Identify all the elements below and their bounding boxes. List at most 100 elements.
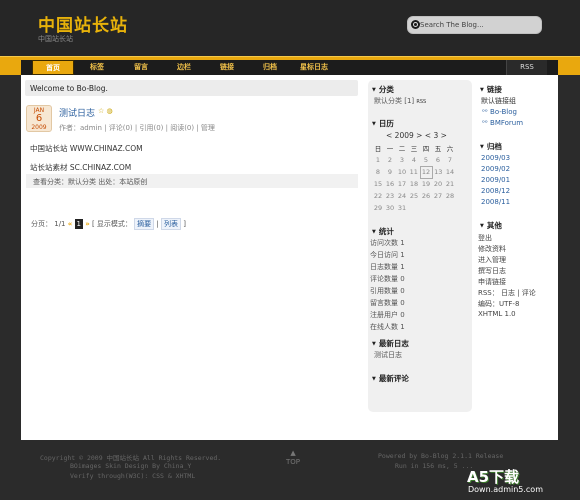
stats-row: 今日访问 1 [370, 251, 405, 259]
mode-list-button[interactable]: 列表 [161, 218, 181, 230]
pager-current: 1 [74, 219, 83, 229]
calendar-day: 1 [375, 156, 381, 164]
archive-link[interactable]: 2009/03 [481, 154, 510, 162]
calendar-day: 2 [387, 156, 393, 164]
calendar-day: 16 [385, 180, 395, 188]
calendar-day: 4 [411, 156, 417, 164]
post-meta[interactable]: 作者：admin | 评论(0) | 引用(0) | 阅读(0) | 管理 [59, 123, 215, 133]
calendar-day: 26 [421, 192, 431, 200]
pager-label: 分页： [31, 220, 52, 228]
archive-link[interactable]: 2009/02 [481, 165, 510, 173]
post-footer: 查看分类：默认分类 出处：本站原创 [26, 174, 358, 188]
write-post-link[interactable]: 撰写日志 [478, 266, 506, 276]
verify-text[interactable]: Verify through(W3C): CSS & XHTML [70, 472, 195, 480]
calendar-day: 14 [445, 168, 455, 176]
search-icon[interactable] [411, 20, 420, 29]
mode-summary-button[interactable]: 摘要 [134, 218, 155, 230]
post-date-day: 6 [35, 113, 43, 124]
nav-item-tags[interactable]: 标签 [76, 60, 118, 75]
calendar-day: 23 [385, 192, 395, 200]
rss-icon[interactable]: RSS [416, 99, 426, 105]
category-title[interactable]: 分类 [372, 84, 394, 95]
calendar-weekday: 四 [422, 145, 430, 153]
watermark-logo: A5下载 Down.admin5.com [466, 466, 578, 498]
mode-close: ] [183, 220, 186, 228]
site-subtitle: 中国站长站 [38, 35, 73, 43]
calendar-day-today: 12 [419, 165, 433, 179]
latest-comments-title[interactable]: 最新评论 [372, 373, 409, 384]
calendar-weekday: 五 [434, 145, 442, 153]
calendar-day: 21 [445, 180, 455, 188]
nav-item-starred[interactable]: 星标日志 [292, 60, 336, 75]
post-status-icons: ☆ ◍ [98, 107, 113, 115]
logout-link[interactable]: 登出 [478, 233, 492, 243]
link-item[interactable]: ᵒᵒ Bo-Blog [482, 108, 517, 116]
calendar-day: 3 [399, 156, 405, 164]
powered-by[interactable]: Powered by Bo-Blog 2.1.1 Release [378, 452, 503, 460]
calendar-day: 27 [433, 192, 443, 200]
calendar-day: 29 [373, 204, 383, 212]
calendar-day: 19 [421, 180, 431, 189]
link-item[interactable]: ᵒᵒ BMForum [482, 119, 523, 127]
pager-next-button[interactable]: » [85, 219, 90, 229]
latest-post-link[interactable]: 测试日志 [374, 350, 402, 360]
top-label: TOP [286, 458, 301, 466]
rss-button[interactable]: RSS [506, 60, 547, 75]
calendar-title[interactable]: 日历 [372, 118, 394, 129]
calendar-day: 11 [409, 168, 418, 176]
calendar-day: 8 [375, 168, 381, 176]
calendar-nav[interactable]: < 2009 > < 3 > [386, 131, 447, 140]
calendar-day [408, 202, 420, 214]
search-box [407, 16, 542, 34]
welcome-bar: Welcome to Bo-Blog. [25, 80, 358, 96]
post-body-line: 站长站素材 SC.CHINAZ.COM [30, 163, 132, 172]
nav-item-links[interactable]: 链接 [206, 60, 248, 75]
search-input[interactable] [420, 19, 538, 31]
latest-posts-title[interactable]: 最新日志 [372, 338, 409, 349]
nav-item-sidebar[interactable]: 边栏 [163, 60, 205, 75]
nav-item-home[interactable]: 首页 [32, 60, 74, 75]
links-title[interactable]: 链接 [480, 84, 502, 95]
calendar-day: 15 [373, 180, 383, 188]
archive-title[interactable]: 归档 [480, 141, 502, 152]
mode-separator: | [156, 220, 159, 228]
post-body-line: 中国站长站 WWW.CHINAZ.COM [30, 144, 143, 153]
archive-link[interactable]: 2008/11 [481, 198, 510, 206]
header: 中国站长站 中国站长站 [0, 0, 580, 56]
back-to-top-button[interactable]: ▲ TOP [286, 449, 300, 467]
calendar-day: 5 [423, 155, 429, 164]
calendar-day: 25 [409, 192, 419, 200]
calendar-day: 7 [447, 156, 453, 164]
calendar-weekday: 三 [410, 145, 418, 153]
xhtml-link[interactable]: XHTML 1.0 [478, 310, 516, 318]
pager-position: 1/1 [54, 220, 66, 228]
calendar-day [432, 202, 444, 214]
edit-profile-link[interactable]: 修改资料 [478, 244, 506, 254]
apply-link-link[interactable]: 申请链接 [478, 277, 506, 287]
admin-link[interactable]: 进入管理 [478, 255, 506, 265]
calendar-day: 10 [397, 168, 407, 176]
rss-links[interactable]: RSS： 日志 | 评论 [478, 288, 536, 298]
pager-prev-button[interactable]: « [68, 219, 73, 229]
calendar-weekday: 一 [386, 145, 394, 153]
other-title[interactable]: 其他 [480, 220, 502, 231]
site-title[interactable]: 中国站长站 [38, 11, 128, 36]
nav-item-archive[interactable]: 归档 [249, 60, 291, 75]
post-title[interactable]: 测试日志 [59, 106, 95, 119]
nav-item-guestbook[interactable]: 留言 [120, 60, 162, 75]
calendar-day: 20 [433, 180, 443, 188]
stats-row: 引用数量 0 [370, 287, 405, 295]
calendar-day: 22 [373, 192, 383, 200]
stats-title[interactable]: 统计 [372, 226, 394, 237]
archive-link[interactable]: 2008/12 [481, 187, 510, 195]
calendar-day: 24 [397, 192, 407, 200]
run-time: Run in 156 ms, 5 ... [395, 462, 474, 470]
calendar-day: 30 [385, 204, 395, 212]
category-item[interactable]: 默认分类 [1] RSS [374, 96, 426, 106]
calendar-day: 13 [434, 168, 443, 176]
stats-row: 留言数量 0 [370, 299, 405, 307]
calendar-day: 17 [397, 180, 407, 188]
post-date-year: 2009 [31, 124, 47, 131]
calendar-day [420, 202, 432, 214]
archive-link[interactable]: 2009/01 [481, 176, 510, 184]
